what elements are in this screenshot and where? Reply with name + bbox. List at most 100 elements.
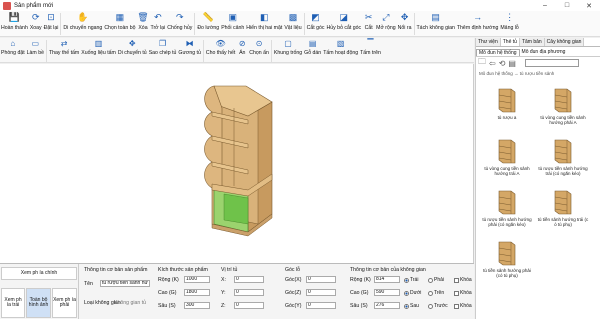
back-arrow-icon[interactable]: ⇦ [489, 59, 496, 68]
toolbar-button-18[interactable]: ▤ Tách không gian [416, 11, 456, 32]
toolbar-button-7[interactable]: ⧓ Gương tủ [177, 38, 201, 57]
space-type-value[interactable]: Không gian tủ [114, 300, 146, 306]
y-input[interactable]: 0 [234, 289, 264, 296]
space-height-input[interactable]: 590 [374, 289, 400, 296]
toolbar-button-17[interactable]: ✥ Nổi ra [397, 11, 413, 32]
toolbar-button-9[interactable]: ⊘ Ẩn [236, 38, 248, 57]
panel-subtab-2[interactable]: Mô đun địa phương [520, 49, 568, 56]
window-controls: – □ ✕ [534, 0, 600, 11]
front-radio[interactable]: Trước [428, 303, 448, 309]
name-input[interactable]: tủ rượu tiền sảnh hư [100, 280, 150, 287]
angle-z-input[interactable]: 0 [306, 289, 336, 296]
minimize-button[interactable]: – [534, 0, 556, 11]
toolbar-button-10[interactable]: ▣ Phối cảnh [220, 11, 245, 32]
panel-subtab-1[interactable]: Mô đun hệ thống [476, 49, 520, 56]
toolbar-button-8[interactable]: 👁 Cho thấy hết [205, 38, 236, 57]
cabinet-item-label: tủ tiền sảnh hướng trái (c ó tủ phụ) [537, 217, 589, 227]
left-view-button[interactable]: Xem ph ía trái [1, 288, 25, 318]
toolbar-button-1[interactable]: ⌂ Phòng đặt [0, 38, 26, 57]
toolbar-button-12[interactable]: ▤ Gỗ dán [303, 38, 322, 57]
right-radio[interactable]: Phải [428, 277, 444, 283]
panel-tab-1[interactable]: Thư viện [476, 38, 501, 46]
toolbar-button-7[interactable]: ↶ Trở lại [149, 11, 166, 32]
toolbar-button-9[interactable]: 📏 Đo lường [196, 11, 220, 32]
x-input[interactable]: 0 [234, 276, 264, 283]
cabinet-item[interactable]: tủ tiền sảnh hướng trái (c ó tủ phụ) [536, 188, 590, 227]
front-view-button[interactable]: Xem ph ía chính [1, 267, 77, 280]
cabinet-model[interactable] [0, 64, 474, 263]
toolbar-button-14[interactable]: ◪ Hủy bỏ cắt góc [326, 11, 363, 32]
toolbar-button-10[interactable]: ⊙ Chọn ẩn [248, 38, 270, 57]
cabinet-item[interactable]: tủ vòng cung tiền sảnh hướng trái A [480, 137, 534, 176]
toolbar-button-3[interactable]: ⇄ Thay thế tấm [48, 38, 80, 57]
cut-corner-icon: ◩ [311, 12, 320, 22]
panel-tab-4[interactable]: Cây không gian [544, 38, 585, 46]
height-input[interactable]: 1800 [184, 289, 210, 296]
toolbar-button-12[interactable]: ▩ Vật liệu [283, 11, 302, 32]
angle-y-input[interactable]: 0 [306, 302, 336, 309]
cabinet-thumbnail [496, 86, 518, 114]
toolbar-button-11[interactable]: ◧ Hiển thị hai mặt [245, 11, 283, 32]
toolbar-button-label: Làm bề [26, 50, 44, 56]
lock-height-checkbox[interactable]: Khóa [454, 290, 472, 296]
app-window: Sản phẩm mới – □ ✕ 💾 Hoàn thành ⟳ Xoay ⊡ Đặt … [0, 0, 600, 319]
cabinet-item[interactable]: tủ rượu a [480, 86, 534, 120]
toolbar-button-2[interactable]: ⟳ Xoay [29, 11, 43, 32]
cabinet-thumbnail [552, 86, 574, 114]
toolbar-button-label: Phối cảnh [221, 25, 245, 31]
lock-width-checkbox[interactable]: Khóa [454, 277, 472, 283]
left-radio[interactable]: Trái [404, 277, 418, 283]
bottom-radio[interactable]: Dưới [404, 290, 421, 296]
cabinet-item[interactable]: tủ vòng cung tiền sảnh hướng phải A [536, 86, 590, 125]
toolbar-button-13[interactable]: ◩ Cắt góc [306, 11, 326, 32]
full-view-button[interactable]: Toàn bộ hình ảnh [26, 288, 51, 318]
toolbar-button-1[interactable]: 💾 Hoàn thành [0, 11, 29, 32]
refresh-icon[interactable]: ⟲ [499, 59, 506, 68]
space-width-input[interactable]: 814 [374, 276, 400, 283]
toolbar-button-label: Tách không gian [416, 25, 455, 31]
y-label: Y: [221, 290, 226, 296]
toolbar-button-5[interactable]: ▦ Chọn toàn bộ [103, 11, 136, 32]
toolbar-button-16[interactable]: ⤢ Mở rộng [375, 11, 397, 32]
toolbar-button-15[interactable]: ✂ Cắt [362, 11, 375, 32]
cabinet-item[interactable]: tủ tiền sảnh hướng phải (có tủ phụ) [480, 239, 534, 278]
toolbar-button-4[interactable]: ▥ Xuống liệu tấm [80, 38, 117, 57]
depth-input[interactable]: 300 [184, 302, 210, 309]
top-radio[interactable]: Trên [428, 290, 444, 296]
toolbar-button-19[interactable]: → Thêm định hướng [456, 11, 499, 32]
panel-tab-2[interactable]: Thẻ tủ [500, 38, 520, 46]
toolbar-button-5[interactable]: ✥ Di chuyển tủ [117, 38, 148, 57]
lock-depth-checkbox[interactable]: Khóa [454, 303, 472, 309]
close-button[interactable]: ✕ [578, 0, 600, 11]
toolbar-button-4[interactable]: ✋ Di chuyển ngang [62, 11, 103, 32]
library-icon[interactable]: ▤ [508, 59, 516, 68]
3d-viewport[interactable] [0, 64, 474, 263]
maximize-button[interactable]: □ [556, 0, 578, 11]
panel-tab-3[interactable]: Tâm bản [519, 38, 545, 46]
secondary-toolbar: ⌂ Phòng đặt ▭ Làm bề ⇄ Thay thế tấm ▥ Xuống liệ… [0, 38, 474, 63]
toolbar-button-2[interactable]: ▭ Làm bề [26, 38, 45, 57]
toolbar-separator [202, 40, 204, 62]
toolbar-button-11[interactable]: ▢ Khung trống [273, 38, 303, 57]
folder-icon[interactable]: 🗀 [478, 56, 486, 70]
width-input[interactable]: 1000 [184, 276, 210, 283]
z-input[interactable]: 0 [234, 302, 264, 309]
right-view-button[interactable]: Xem ph ía phải [52, 288, 77, 318]
toolbar-button-20[interactable]: ⋮ Mảng lỗ [499, 11, 519, 32]
toolbar-button-label: Gỗ dán [304, 50, 322, 56]
basic-info-heading: Thông tin cơ bản sản phẩm [84, 267, 148, 273]
panel-material-icon: ▥ [94, 39, 103, 48]
back-radio[interactable]: Sau [404, 303, 419, 309]
toolbar-button-13[interactable]: ▧ Tấm hoạt động [322, 38, 359, 57]
toolbar-button-label: Xoay [29, 25, 42, 31]
angle-x-input[interactable]: 0 [306, 276, 336, 283]
cabinet-item[interactable]: tủ rượu tiền sảnh hướng phải (có ngăn ké… [480, 188, 534, 227]
toolbar-button-6[interactable]: 🗑 Xóa [136, 11, 149, 32]
space-depth-input[interactable]: 276 [374, 302, 400, 309]
toolbar-button-3[interactable]: ⊡ Đặt lại [43, 11, 60, 32]
toolbar-button-14[interactable]: ▔ Tấm trên [359, 38, 382, 57]
cabinet-item[interactable]: tủ rượu tiền sảnh hướng trái (có ngăn ké… [536, 137, 590, 176]
toolbar-button-8[interactable]: ↷ Chống hủy [166, 11, 193, 32]
library-search-input[interactable] [524, 59, 579, 67]
toolbar-button-6[interactable]: ❐ Sao chép tủ [148, 38, 178, 57]
